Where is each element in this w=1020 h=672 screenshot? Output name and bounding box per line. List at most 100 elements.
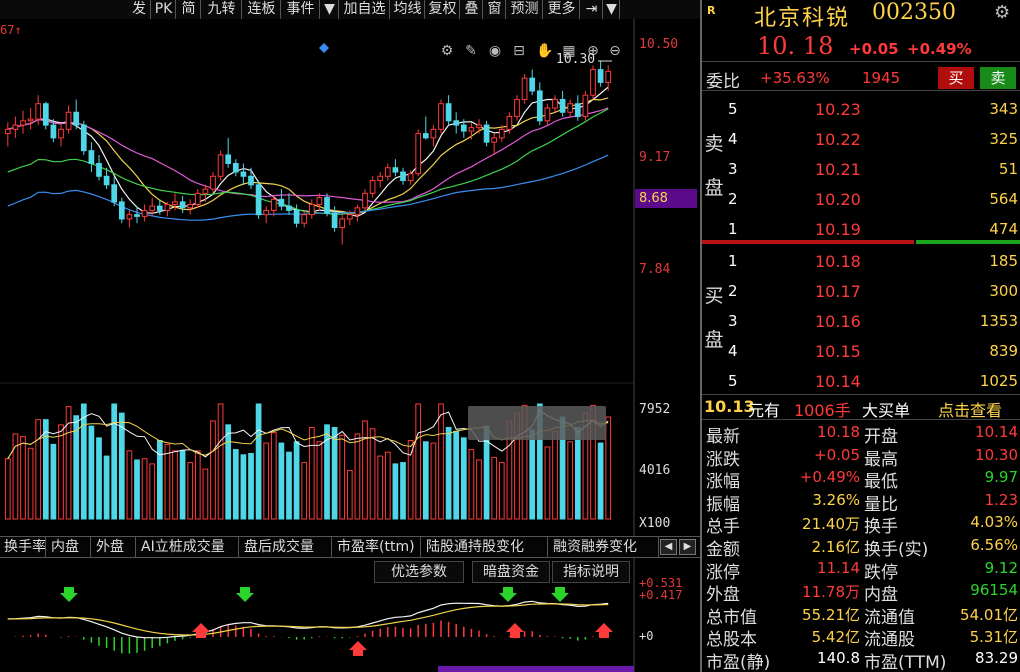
- toolbar-item[interactable]: 复权: [426, 0, 460, 19]
- indicator-tab[interactable]: 外盘: [92, 537, 136, 557]
- hand-icon[interactable]: ✋: [536, 42, 554, 60]
- sell-signal-arrow-icon: [499, 587, 517, 602]
- stat-label: 量比: [864, 494, 898, 515]
- volume-bar: [35, 419, 42, 520]
- chart-toolbar: 发 PK 简九转 连板 事件 ▼ 加自选 均线 复权叠窗预测 更多 ⇥ ▼: [0, 0, 700, 19]
- buy-signal-arrow-icon: [595, 623, 613, 638]
- volume-bar: [202, 468, 209, 520]
- tab-scroll-right-icon[interactable]: ▶: [679, 539, 696, 555]
- volume-bar: [88, 425, 95, 520]
- indicator-sub-button[interactable]: 指标说明: [552, 561, 630, 583]
- candle-body: [73, 111, 80, 126]
- ask-volume: 325: [989, 130, 1018, 148]
- ask-pressure: [916, 240, 1020, 244]
- stat-row: 总手 21.40万 换手 4.03%: [702, 512, 1020, 537]
- book-pressure-bar: [702, 240, 1020, 244]
- big-order-banner[interactable]: 10.13 元有 1006手 大买单 点击查看: [702, 394, 1020, 420]
- stock-name: 北京科锐: [754, 6, 851, 31]
- toolbar-item[interactable]: 加自选: [340, 0, 390, 19]
- stat-label: 跌停: [864, 562, 898, 583]
- indicator-tab[interactable]: 换手率: [0, 537, 46, 557]
- bid-level-index: 3: [728, 312, 738, 330]
- indicator-sub-button[interactable]: 暗盘资金: [472, 561, 550, 583]
- ask-volume: 51: [998, 160, 1018, 178]
- ask-price: 10.22: [815, 130, 861, 149]
- bid-level[interactable]: 3 10.16 1353: [702, 306, 1020, 336]
- toolbar-item[interactable]: 叠: [461, 0, 483, 19]
- volume-bar: [316, 441, 323, 520]
- candle-body: [536, 90, 543, 122]
- indicator-sub-button[interactable]: 优选参数: [374, 561, 464, 583]
- indicator-tab[interactable]: 盘后成交量: [240, 537, 332, 557]
- eye-icon[interactable]: ◉: [486, 42, 504, 60]
- candle-body: [590, 69, 596, 96]
- box-icon[interactable]: ⊟: [510, 42, 528, 60]
- toolbar-item[interactable]: 更多: [544, 0, 580, 19]
- big-order-link[interactable]: 点击查看: [938, 397, 1002, 421]
- gear-icon[interactable]: ⚙: [994, 2, 1010, 23]
- high-marker-label: 10.30: [556, 52, 596, 67]
- buy-button[interactable]: 买: [938, 67, 974, 89]
- settings-icon[interactable]: ⚙: [438, 42, 456, 60]
- sell-signal-arrow-icon: [236, 587, 254, 602]
- pen-icon[interactable]: ✎: [462, 42, 480, 60]
- bid-level[interactable]: 5 10.14 1025: [702, 366, 1020, 396]
- sell-signal-arrow-icon: [60, 587, 78, 602]
- tab-scroll-left-icon[interactable]: ◀: [660, 539, 677, 555]
- stat-label: 最高: [864, 449, 898, 470]
- ask-level[interactable]: 5 10.23 343: [702, 94, 1020, 124]
- candle-body: [194, 192, 201, 205]
- toolbar-item[interactable]: 连板: [243, 0, 281, 19]
- stat-row: 市盈(静) 140.8 市盈(TTM) 83.29: [702, 648, 1020, 672]
- toolbar-item[interactable]: 窗: [484, 0, 506, 19]
- indicator-tab[interactable]: AI立桩成交量: [137, 537, 239, 557]
- stat-value: 140.8: [817, 649, 860, 667]
- candle-body: [88, 150, 95, 164]
- volume-bar: [103, 455, 110, 520]
- indicator-tab[interactable]: 陆股通持股变化: [422, 537, 548, 557]
- toolbar-item[interactable]: PK: [152, 0, 176, 19]
- stat-value: 2.16亿: [811, 538, 860, 556]
- toolbar-item[interactable]: 均线: [391, 0, 425, 19]
- candle-body: [369, 180, 376, 194]
- candle-body: [346, 214, 353, 220]
- bid-level[interactable]: 2 10.17 300: [702, 276, 1020, 306]
- volume-bar: [377, 455, 384, 520]
- candle-body: [354, 207, 361, 216]
- stat-value: 11.14: [817, 558, 860, 577]
- toolbar-item[interactable]: 发: [128, 0, 151, 19]
- toolbar-item[interactable]: ▼: [321, 0, 339, 19]
- candle-body: [96, 162, 102, 177]
- indicator-tab[interactable]: 内盘: [47, 537, 91, 557]
- quote-panel: R 北京科锐 002350 ⚙ 10. 18 +0.05 +0.49% 委比 +…: [700, 0, 1020, 672]
- stat-label: 开盘: [864, 427, 898, 447]
- indicator-tab[interactable]: 融资融券变化: [549, 537, 659, 557]
- toolbar-item[interactable]: 预测: [507, 0, 543, 19]
- bid-level[interactable]: 4 10.15 839: [702, 336, 1020, 366]
- buy-signal-arrow-icon: [506, 623, 524, 638]
- toolbar-item[interactable]: 事件: [282, 0, 320, 19]
- ask-level[interactable]: 3 10.21 51: [702, 154, 1020, 184]
- candle-body: [552, 98, 558, 109]
- stat-row: 涨跌 +0.05 最高 10.30: [702, 445, 1020, 470]
- candle-body: [225, 154, 232, 164]
- ask-level-index: 1: [728, 220, 738, 238]
- volume-bar: [187, 462, 194, 520]
- ask-level[interactable]: 4 10.22 325: [702, 124, 1020, 154]
- stat-value: 6.56%: [970, 536, 1018, 554]
- bid-level[interactable]: 1 10.18 185: [702, 246, 1020, 276]
- zoom-out-icon[interactable]: ⊖: [606, 42, 624, 60]
- toolbar-item[interactable]: ▼: [604, 0, 620, 19]
- volume-bar: [278, 442, 285, 520]
- indicator-tab[interactable]: 市盈率(ttm): [333, 537, 421, 557]
- ask-level[interactable]: 2 10.20 564: [702, 184, 1020, 214]
- candle-body: [278, 198, 285, 207]
- candle-body: [415, 133, 422, 175]
- toolbar-item[interactable]: 九转: [202, 0, 242, 19]
- toolbar-item[interactable]: 简: [177, 0, 201, 19]
- weibi-row: 委比 +35.63% 1945 买 卖: [702, 63, 1020, 92]
- sell-button[interactable]: 卖: [980, 67, 1016, 89]
- toolbar-item[interactable]: ⇥: [581, 0, 603, 19]
- candle-body: [362, 192, 368, 209]
- volume-bar: [483, 425, 490, 520]
